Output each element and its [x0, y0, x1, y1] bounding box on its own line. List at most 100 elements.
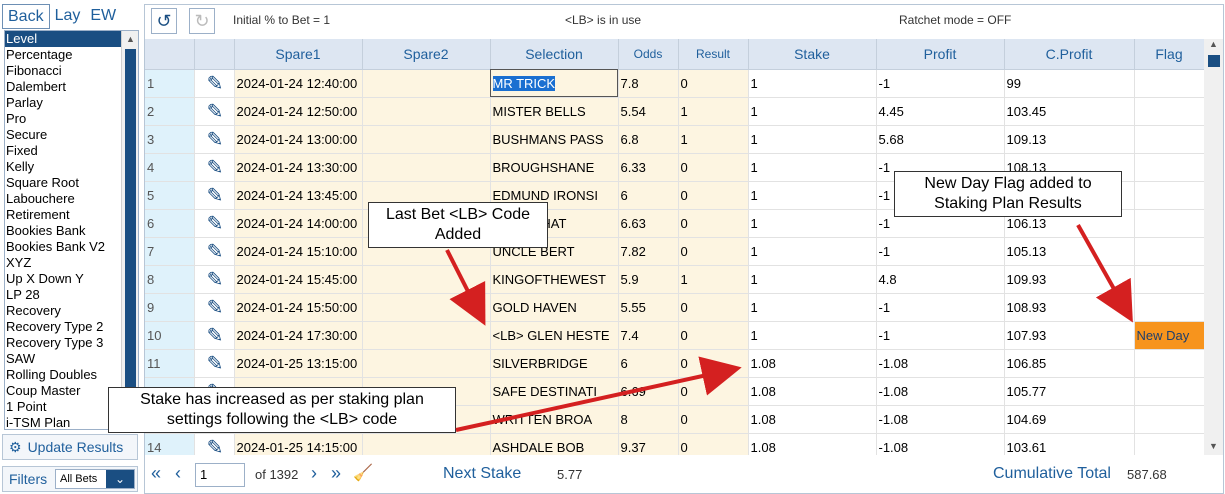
profit-cell[interactable]: 5.68	[876, 125, 1005, 154]
row-number[interactable]: 3	[145, 125, 195, 154]
table-row[interactable]: 9 ✎ 2024-01-24 15:50:00 GOLD HAVEN 5.55 0 1 -1 1…	[145, 293, 1205, 322]
profit-cell[interactable]: -1	[876, 293, 1005, 322]
profit-cell[interactable]: -1	[876, 69, 1005, 98]
stake-cell[interactable]: 1	[748, 293, 877, 322]
first-page-icon[interactable]: «	[151, 463, 161, 484]
pencil-icon[interactable]: ✎	[194, 209, 235, 238]
flag-cell[interactable]	[1134, 69, 1205, 98]
table-row[interactable]: 3 ✎ 2024-01-24 13:00:00 BUSHMANS PASS 6.8 1 1 5…	[145, 125, 1205, 154]
flag-cell[interactable]	[1134, 125, 1205, 154]
next-page-icon[interactable]: ›	[311, 463, 317, 484]
filters-select[interactable]: All Bets ⌄	[55, 469, 135, 489]
pencil-icon[interactable]: ✎	[194, 349, 235, 378]
scroll-up-icon[interactable]: ▲	[1204, 39, 1223, 53]
profit-cell[interactable]: -1.08	[876, 377, 1005, 406]
odds-cell[interactable]: 6	[618, 181, 679, 210]
odds-cell[interactable]: 6.8	[618, 125, 679, 154]
pencil-icon[interactable]: ✎	[194, 181, 235, 210]
odds-cell[interactable]: 5.55	[618, 293, 679, 322]
staking-plan-list[interactable]: Level Percentage Fibonacci Dalembert Parlay P…	[4, 30, 139, 430]
table-row[interactable]: 1 ✎ 2024-01-24 12:40:00 MR TRICK 7.8 0 1 -1 99	[145, 69, 1205, 98]
plan-item[interactable]: Recovery Type 3	[5, 335, 138, 351]
spare2-cell[interactable]	[362, 97, 491, 126]
profit-cell[interactable]: 4.45	[876, 97, 1005, 126]
table-row[interactable]: 2 ✎ 2024-01-24 12:50:00 MISTER BELLS 5.54 1 1 4…	[145, 97, 1205, 126]
flag-cell[interactable]	[1134, 209, 1205, 238]
column-header[interactable]: Selection	[490, 39, 619, 70]
stake-cell[interactable]: 1	[748, 209, 877, 238]
spare1-cell[interactable]: 2024-01-24 13:45:00	[234, 181, 363, 210]
stake-cell[interactable]: 1	[748, 153, 877, 182]
plan-item[interactable]: Rolling Doubles	[5, 367, 138, 383]
redo-icon[interactable]: ↻	[189, 8, 215, 34]
pencil-icon[interactable]: ✎	[194, 293, 235, 322]
result-cell[interactable]: 0	[678, 181, 749, 210]
stake-cell[interactable]: 1	[748, 265, 877, 294]
plan-item[interactable]: Labouchere	[5, 191, 138, 207]
pencil-icon[interactable]: ✎	[194, 321, 235, 350]
profit-cell[interactable]: -1.08	[876, 433, 1005, 455]
cprofit-cell[interactable]: 107.93	[1004, 321, 1135, 350]
row-number[interactable]: 6	[145, 209, 195, 238]
row-number[interactable]: 4	[145, 153, 195, 182]
spare1-cell[interactable]: 2024-01-24 15:45:00	[234, 265, 363, 294]
spare2-cell[interactable]	[362, 349, 491, 378]
update-results-button[interactable]: ⚙ Update Results	[2, 434, 138, 460]
plan-item[interactable]: Recovery	[5, 303, 138, 319]
selection-cell[interactable]: ASHDALE BOB	[490, 433, 619, 455]
spare1-cell[interactable]: 2024-01-25 14:15:00	[234, 433, 363, 455]
column-header[interactable]: Profit	[876, 39, 1005, 70]
spare2-cell[interactable]	[362, 153, 491, 182]
plan-item[interactable]: Bookies Bank	[5, 223, 138, 239]
row-number[interactable]: 11	[145, 349, 195, 378]
spare2-cell[interactable]	[362, 321, 491, 350]
plan-item[interactable]: XYZ	[5, 255, 138, 271]
spare2-cell[interactable]	[362, 293, 491, 322]
flag-cell[interactable]	[1134, 181, 1205, 210]
cprofit-cell[interactable]: 99	[1004, 69, 1135, 98]
table-row[interactable]: 14 ✎ 2024-01-25 14:15:00 ASHDALE BOB 9.37 0 1.…	[145, 433, 1205, 455]
stake-cell[interactable]: 1	[748, 69, 877, 98]
selection-cell[interactable]: GOLD HAVEN	[490, 293, 619, 322]
scrollbar-thumb[interactable]	[125, 49, 136, 429]
spare1-cell[interactable]: 2024-01-25 13:15:00	[234, 349, 363, 378]
flag-cell[interactable]	[1134, 293, 1205, 322]
plan-item[interactable]: Dalembert	[5, 79, 138, 95]
last-page-icon[interactable]: »	[331, 463, 341, 484]
tab-back[interactable]: Back	[2, 4, 50, 29]
selection-cell[interactable]: WRITTEN BROA	[490, 405, 619, 434]
row-number[interactable]: 5	[145, 181, 195, 210]
row-number[interactable]: 9	[145, 293, 195, 322]
tab-lay[interactable]: Lay	[50, 4, 86, 29]
profit-cell[interactable]: -1.08	[876, 405, 1005, 434]
scroll-down-icon[interactable]: ▼	[1204, 441, 1223, 455]
plan-item[interactable]: Pro	[5, 111, 138, 127]
cprofit-cell[interactable]: 109.13	[1004, 125, 1135, 154]
spare2-cell[interactable]	[362, 433, 491, 455]
stake-cell[interactable]: 1.08	[748, 433, 877, 455]
row-number[interactable]: 10	[145, 321, 195, 350]
result-cell[interactable]: 1	[678, 97, 749, 126]
selection-cell[interactable]: BUSHMANS PASS	[490, 125, 619, 154]
spare1-cell[interactable]: 2024-01-24 13:00:00	[234, 125, 363, 154]
scrollbar-thumb[interactable]	[1208, 55, 1220, 67]
stake-cell[interactable]: 1	[748, 125, 877, 154]
plan-item[interactable]: Square Root	[5, 175, 138, 191]
plan-item[interactable]: Fixed	[5, 143, 138, 159]
cprofit-cell[interactable]: 105.13	[1004, 237, 1135, 266]
column-header[interactable]: Spare1	[234, 39, 363, 70]
row-number[interactable]: 8	[145, 265, 195, 294]
odds-cell[interactable]: 5.9	[618, 265, 679, 294]
plan-item[interactable]: Recovery Type 2	[5, 319, 138, 335]
cprofit-cell[interactable]: 106.85	[1004, 349, 1135, 378]
flag-cell[interactable]	[1134, 433, 1205, 455]
odds-cell[interactable]: 7.4	[618, 321, 679, 350]
result-cell[interactable]: 0	[678, 377, 749, 406]
result-cell[interactable]: 0	[678, 349, 749, 378]
plan-item[interactable]: Bookies Bank V2	[5, 239, 138, 255]
column-header[interactable]	[145, 39, 195, 70]
pencil-icon[interactable]: ✎	[194, 69, 235, 98]
pencil-icon[interactable]: ✎	[194, 433, 235, 455]
selection-cell[interactable]: BROUGHSHANE	[490, 153, 619, 182]
column-header[interactable]	[194, 39, 235, 70]
